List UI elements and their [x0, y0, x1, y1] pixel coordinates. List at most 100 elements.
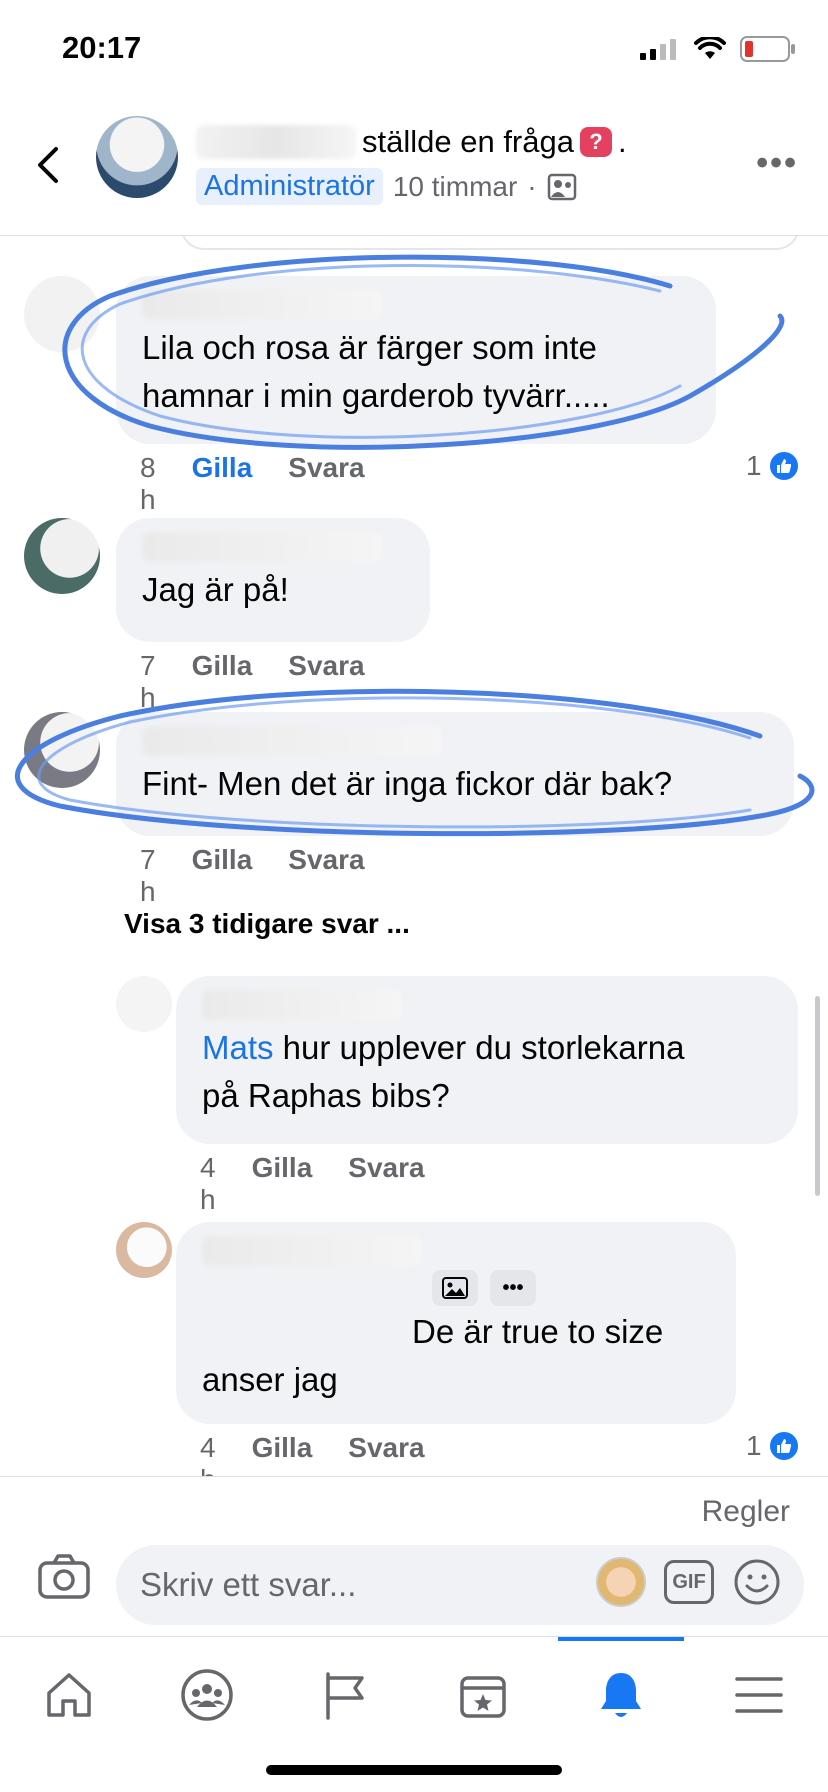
comment-actions: 7 h Gilla Svara	[140, 844, 365, 908]
thumbs-up-icon	[767, 450, 800, 482]
question-icon: ?	[579, 127, 612, 157]
comments-list: Lila och rosa är färger som inte hamnar …	[0, 236, 828, 1476]
bottom-navigation	[0, 1636, 828, 1792]
nav-events[interactable]	[414, 1655, 552, 1735]
status-time: 20:17	[62, 30, 142, 65]
emoji-icon[interactable]	[732, 1557, 782, 1607]
comment-bubble[interactable]: Lila och rosa är färger som inte hamnar …	[116, 276, 716, 444]
commenter-avatar[interactable]	[24, 518, 100, 594]
like-button[interactable]: Gilla	[252, 1432, 313, 1476]
back-button[interactable]	[28, 140, 68, 190]
nav-groups[interactable]	[138, 1655, 276, 1735]
post-title: ställde en fråga ? .	[196, 124, 627, 160]
wifi-icon	[694, 37, 726, 59]
status-bar: 20:17	[0, 0, 828, 100]
comment-text-line: Lila och rosa är färger som inte	[142, 329, 597, 366]
reply-bubble[interactable]: ••• De är true to size anser jag	[176, 1222, 736, 1424]
reply-composer: Regler Skriv ett svar... GIF	[0, 1476, 828, 1636]
signal-icon	[640, 39, 676, 60]
group-photo-icon	[547, 173, 576, 200]
scrollbar[interactable]	[815, 996, 820, 1196]
like-button[interactable]: Gilla	[192, 844, 253, 908]
comment-text-line: hamnar i min garderob tyvärr.....	[142, 377, 610, 414]
comment-time[interactable]: 8 h	[140, 452, 156, 516]
replier-avatar[interactable]	[116, 976, 172, 1032]
author-avatar[interactable]	[96, 116, 178, 198]
commenter-avatar[interactable]	[24, 276, 100, 352]
commenter-name-redacted[interactable]	[142, 290, 382, 320]
reply-text-line: Mats hur upplever du storlekarna	[202, 1024, 772, 1072]
replier-name-redacted[interactable]	[202, 990, 402, 1020]
reply-time[interactable]: 4 h	[200, 1152, 216, 1216]
comment-actions: 7 h Gilla Svara	[140, 650, 365, 714]
gif-icon[interactable]: GIF	[664, 1560, 714, 1604]
rules-link[interactable]: Regler	[702, 1495, 790, 1529]
reply-actions: 4 h Gilla Svara	[200, 1152, 425, 1216]
pages-flag-icon	[326, 1672, 364, 1720]
like-button[interactable]: Gilla	[192, 452, 253, 516]
nav-pages[interactable]	[276, 1655, 414, 1735]
comment-actions: 8 h Gilla Svara	[140, 452, 365, 516]
reply-time[interactable]: 4 h	[200, 1432, 216, 1476]
battery-low-icon	[740, 36, 795, 62]
gif-label: GIF	[672, 1570, 706, 1593]
title-text: ställde en fråga	[362, 124, 574, 159]
reply-bubble[interactable]: Mats hur upplever du storlekarna på Raph…	[176, 976, 798, 1144]
reply-button[interactable]: Svara	[288, 844, 364, 908]
groups-icon	[181, 1669, 233, 1721]
reaction-number: 1	[746, 1430, 762, 1461]
reply-button[interactable]: Svara	[288, 650, 364, 714]
post-time[interactable]: 10 timmar	[393, 171, 517, 203]
more-options-button[interactable]: •••	[756, 144, 798, 183]
reaction-count[interactable]: 1	[746, 1430, 800, 1462]
image-icon[interactable]	[432, 1270, 478, 1306]
status-icons	[640, 36, 796, 62]
camera-icon[interactable]	[36, 1549, 92, 1605]
commenter-name-redacted[interactable]	[142, 726, 442, 756]
admin-badge[interactable]: Administratör	[196, 168, 383, 205]
comment-time[interactable]: 7 h	[140, 844, 156, 908]
home-icon	[47, 1673, 91, 1717]
meta-separator: ·	[527, 170, 537, 202]
reply-input[interactable]: Skriv ett svar... GIF	[116, 1545, 804, 1625]
more-icon[interactable]: •••	[490, 1270, 536, 1306]
reply-text-line: på Raphas bibs?	[202, 1077, 450, 1114]
reply-button[interactable]: Svara	[288, 452, 364, 516]
reply-text-line: De är true to size	[412, 1313, 664, 1350]
reply-hover-actions: •••	[432, 1270, 710, 1306]
commenter-avatar[interactable]	[24, 712, 100, 788]
comment-time[interactable]: 7 h	[140, 650, 156, 714]
compose-actions: GIF	[596, 1557, 782, 1607]
reply-text-line: anser jag	[202, 1361, 338, 1398]
like-button[interactable]: Gilla	[192, 650, 253, 714]
partial-attachment-box	[180, 236, 800, 250]
comment-bubble[interactable]: Fint- Men det är inga fickor där bak?	[116, 712, 794, 836]
chevron-left-icon	[38, 147, 58, 183]
commenter-name-redacted[interactable]	[142, 532, 382, 562]
reply-input-placeholder: Skriv ett svar...	[140, 1566, 357, 1603]
active-tab-indicator	[558, 1637, 684, 1641]
comment-text: Fint- Men det är inga fickor där bak?	[142, 765, 673, 802]
nav-notifications[interactable]	[552, 1655, 690, 1735]
reply-button[interactable]: Svara	[348, 1152, 424, 1216]
nav-home[interactable]	[0, 1655, 138, 1735]
reply-text: hur upplever du storlekarna	[273, 1029, 685, 1066]
thumbs-up-icon	[767, 1430, 800, 1462]
comment-bubble[interactable]: Jag är på!	[116, 518, 430, 642]
like-button[interactable]: Gilla	[252, 1152, 313, 1216]
author-name-redacted[interactable]	[196, 125, 356, 159]
view-previous-replies-link[interactable]: Visa 3 tidigare svar ...	[124, 908, 410, 940]
menu-icon	[735, 1677, 783, 1713]
mention-link[interactable]: Mats	[202, 1029, 274, 1066]
events-icon	[460, 1676, 506, 1718]
nav-menu[interactable]	[690, 1655, 828, 1735]
replier-name-redacted[interactable]	[202, 1236, 422, 1266]
reply-button[interactable]: Svara	[348, 1432, 424, 1476]
title-end: .	[617, 124, 627, 159]
reaction-count[interactable]: 1	[746, 450, 800, 482]
notifications-bell-icon	[601, 1673, 641, 1717]
replier-avatar[interactable]	[116, 1222, 172, 1278]
home-indicator[interactable]	[266, 1765, 562, 1775]
post-meta: Administratör 10 timmar ·	[196, 168, 577, 205]
avatar-sticker-icon[interactable]	[596, 1557, 646, 1607]
